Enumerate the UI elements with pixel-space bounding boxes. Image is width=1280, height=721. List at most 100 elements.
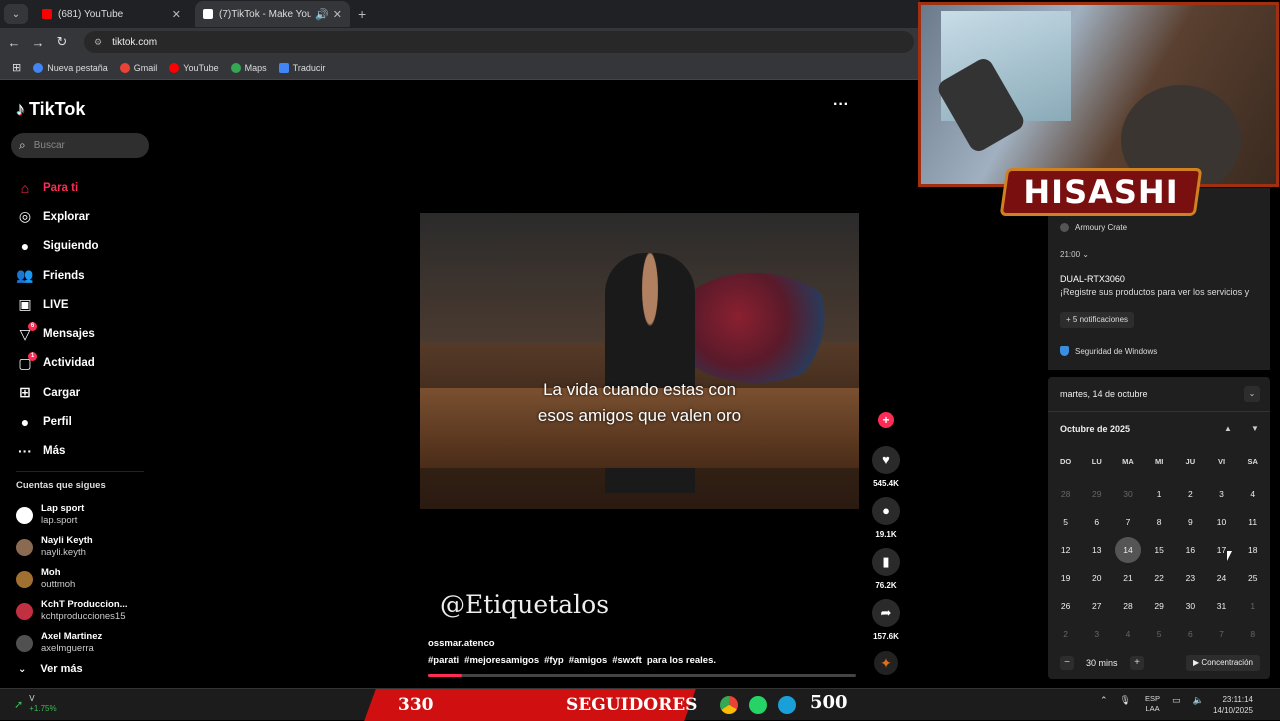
bookmark-gmail[interactable]: Gmail (119, 62, 157, 73)
bookmark-traducir[interactable]: Traducir (278, 62, 325, 73)
previous-month-icon[interactable]: ▲ (1224, 424, 1232, 433)
calendar-day[interactable]: 1 (1144, 480, 1175, 508)
calendar-day[interactable]: 22 (1144, 564, 1175, 592)
bookmark-icon[interactable]: ▮ (872, 548, 900, 576)
following-item[interactable]: Axel Martinez axelmguerra (16, 627, 128, 659)
calendar-day[interactable]: 27 (1081, 592, 1112, 620)
tab-tiktok[interactable]: (7)TikTok - Make Your Day 🔊 ✕ (195, 1, 350, 27)
hashtag-link[interactable]: #mejoresamigos (464, 655, 539, 666)
calendar-day[interactable]: 3 (1081, 620, 1112, 648)
hashtag-link[interactable]: #swxft (612, 655, 642, 666)
calendar-day[interactable]: 13 (1081, 536, 1112, 564)
back-icon[interactable]: ← (2, 35, 26, 50)
calendar-day[interactable]: 1 (1237, 592, 1268, 620)
nav-item-upload[interactable]: ⊞ Cargar (16, 378, 99, 407)
stock-widget[interactable]: ➚ V +1.75% (14, 694, 57, 714)
following-item[interactable]: Nayli Keyth nayli.keyth (16, 531, 128, 563)
speaker-icon[interactable]: 🔊 (315, 8, 329, 21)
calendar-day[interactable]: 25 (1237, 564, 1268, 592)
calendar-day[interactable]: 18 (1237, 536, 1268, 564)
chevron-down-icon[interactable]: ⌄ (1244, 386, 1260, 402)
reload-icon[interactable]: ↻ (50, 34, 74, 50)
system-clock[interactable]: 23:11:14 14/10/2025 (1208, 694, 1253, 716)
close-icon[interactable]: ✕ (172, 8, 181, 21)
bookmark-nueva-pestana[interactable]: Nueva pestaña (33, 62, 108, 73)
following-item[interactable]: Lap sport lap.sport (16, 499, 128, 531)
calendar-day[interactable]: 5 (1050, 508, 1081, 536)
whatsapp-icon[interactable] (749, 696, 767, 714)
new-tab-button[interactable]: + (358, 6, 366, 22)
calendar-day[interactable]: 29 (1144, 592, 1175, 620)
calendar-day[interactable]: 29 (1081, 480, 1112, 508)
nav-item-inbox[interactable]: ▢ 1 Actividad (16, 349, 99, 378)
edge-icon[interactable] (778, 696, 796, 714)
apps-icon[interactable]: ⊞ (12, 61, 21, 74)
calendar-day[interactable]: 3 (1206, 480, 1237, 508)
calendar-day[interactable]: 19 (1050, 564, 1081, 592)
calendar-day[interactable]: 4 (1237, 480, 1268, 508)
calendar-day[interactable]: 9 (1175, 508, 1206, 536)
nav-item-live[interactable]: ▣ LIVE (16, 290, 99, 319)
bookmark-youtube[interactable]: YouTube (169, 62, 219, 73)
calendar-day[interactable]: 5 (1144, 620, 1175, 648)
tiktok-logo[interactable]: ♪ TikTok (16, 99, 85, 120)
hashtag-link[interactable]: #fyp (544, 655, 564, 666)
following-item[interactable]: KchT Produccion... kchtproducciones15 (16, 595, 128, 627)
tab-search-button[interactable]: ⌄ (4, 4, 28, 24)
calendar-day[interactable]: 10 (1206, 508, 1237, 536)
focus-button[interactable]: ▶ Concentración (1186, 655, 1260, 671)
nav-item-friends[interactable]: 👥 Friends (16, 261, 99, 290)
comment-icon[interactable]: ● (872, 497, 900, 525)
calendar-day[interactable]: 8 (1144, 508, 1175, 536)
share-icon[interactable]: ➦ (872, 599, 900, 627)
forward-icon[interactable]: → (26, 35, 50, 50)
calendar-day[interactable]: 23 (1175, 564, 1206, 592)
nav-item-send[interactable]: ▽ 6 Mensajes (16, 319, 99, 348)
calendar-day[interactable]: 16 (1175, 536, 1206, 564)
video-player[interactable]: La vida cuando estas con esos amigos que… (420, 213, 859, 509)
calendar-day[interactable]: 15 (1144, 536, 1175, 564)
hashtag-link[interactable]: #parati (428, 655, 459, 666)
calendar-day[interactable]: 4 (1112, 620, 1143, 648)
calendar-month[interactable]: Octubre de 2025 (1060, 424, 1130, 434)
calendar-day[interactable]: 28 (1050, 480, 1081, 508)
calendar-day[interactable]: 2 (1175, 480, 1206, 508)
calendar-day[interactable]: 7 (1206, 620, 1237, 648)
calendar-day[interactable]: 7 (1112, 508, 1143, 536)
more-notifications-button[interactable]: + 5 notificaciones (1060, 312, 1135, 328)
calendar-day[interactable]: 24 (1206, 564, 1237, 592)
calendar-day[interactable]: 26 (1050, 592, 1081, 620)
more-options-icon[interactable]: ··· (833, 96, 849, 114)
tab-youtube[interactable]: (681) YouTube ✕ (34, 1, 189, 27)
close-icon[interactable]: ✕ (333, 8, 342, 21)
nav-item-more[interactable]: ··· Más (16, 437, 99, 466)
video-progress-bar[interactable] (428, 674, 856, 677)
nav-item-profile[interactable]: ● Perfil (16, 407, 99, 436)
calendar-day[interactable]: 8 (1237, 620, 1268, 648)
calendar-day[interactable]: 12 (1050, 536, 1081, 564)
calendar-day[interactable]: 11 (1237, 508, 1268, 536)
site-info-icon[interactable]: ⚙ (94, 37, 102, 48)
chrome-icon[interactable] (720, 696, 738, 714)
heart-icon[interactable]: ♥ (872, 446, 900, 474)
microphone-icon[interactable]: 🎙 (1120, 695, 1131, 706)
hashtag-link[interactable]: #amigos (569, 655, 608, 666)
notification-time[interactable]: 21:00 ⌄ (1060, 250, 1089, 259)
network-icon[interactable]: ▭ (1172, 695, 1181, 706)
following-item[interactable]: Moh outtmoh (16, 563, 128, 595)
calendar-day[interactable]: 30 (1175, 592, 1206, 620)
language-indicator[interactable]: ESP LAA (1145, 694, 1160, 714)
calendar-day[interactable]: 21 (1112, 564, 1143, 592)
calendar-day-today[interactable]: 14 (1112, 536, 1143, 564)
calendar-day[interactable]: 30 (1112, 480, 1143, 508)
nav-item-home[interactable]: ⌂ Para ti (16, 173, 99, 202)
nav-item-compass[interactable]: ◎ Explorar (16, 202, 99, 231)
nav-item-avatar[interactable]: ● Siguiendo (16, 232, 99, 261)
calendar-day[interactable]: 6 (1081, 508, 1112, 536)
see-more-button[interactable]: ⌄ Ver más (18, 663, 83, 675)
chevron-up-icon[interactable]: ⌃ (1100, 695, 1108, 706)
volume-icon[interactable]: 🔈 (1193, 695, 1204, 706)
calendar-day[interactable]: 17 (1206, 536, 1237, 564)
security-notification[interactable]: Seguridad de Windows (1060, 346, 1157, 356)
calendar-day[interactable]: 6 (1175, 620, 1206, 648)
